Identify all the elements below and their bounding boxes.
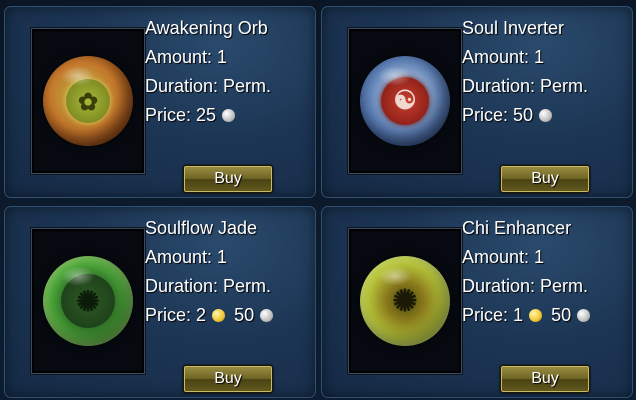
price-silver: 25 [196, 105, 217, 125]
shop-item-awakening-orb: ✿ Awakening Orb Amount: 1 Duration: Perm… [4, 6, 316, 198]
silver-coin-icon [539, 109, 553, 122]
item-amount: Amount: 1 [145, 247, 228, 267]
price-silver: 50 [234, 305, 255, 325]
item-amount: Amount: 1 [462, 47, 545, 67]
silver-coin-icon [222, 109, 236, 122]
item-duration: Duration: Perm. [145, 76, 272, 96]
price-label: Price: [462, 105, 509, 125]
item-info: Chi Enhancer Amount: 1 Duration: Perm. P… [462, 214, 594, 330]
price-label: Price: [145, 105, 192, 125]
price-silver: 50 [551, 305, 572, 325]
price-label: Price: [462, 305, 509, 325]
item-name: Chi Enhancer [462, 218, 572, 238]
item-amount: Amount: 1 [145, 47, 228, 67]
soulflow-jade-icon: ✺ [43, 256, 133, 346]
silver-coin-icon [577, 309, 591, 322]
price-gold: 1 [513, 305, 524, 325]
soul-inverter-icon: ☯ [360, 56, 450, 146]
item-name: Soulflow Jade [145, 218, 258, 238]
item-price: Price: 25 [145, 101, 271, 130]
price-gold: 2 [196, 305, 207, 325]
item-icon-frame: ✺ [31, 228, 145, 374]
awakening-orb-icon: ✿ [43, 56, 133, 146]
item-duration: Duration: Perm. [145, 276, 272, 296]
item-amount: Amount: 1 [462, 247, 545, 267]
gold-coin-icon [212, 309, 226, 322]
chi-enhancer-icon: ✺ [360, 256, 450, 346]
item-name: Awakening Orb [145, 18, 268, 38]
silver-coin-icon [260, 309, 274, 322]
buy-button[interactable]: Buy [183, 165, 273, 193]
shop-item-chi-enhancer: ✺ Chi Enhancer Amount: 1 Duration: Perm.… [321, 206, 633, 398]
gold-coin-icon [529, 309, 543, 322]
item-icon-frame: ☯ [348, 28, 462, 174]
buy-button[interactable]: Buy [500, 165, 590, 193]
item-info: Awakening Orb Amount: 1 Duration: Perm. … [145, 14, 271, 130]
buy-button[interactable]: Buy [183, 365, 273, 393]
item-name: Soul Inverter [462, 18, 565, 38]
item-price: Price: 50 [462, 101, 588, 130]
shop-grid: ✿ Awakening Orb Amount: 1 Duration: Perm… [0, 0, 636, 400]
shop-item-soulflow-jade: ✺ Soulflow Jade Amount: 1 Duration: Perm… [4, 206, 316, 398]
item-info: Soul Inverter Amount: 1 Duration: Perm. … [462, 14, 588, 130]
shop-item-soul-inverter: ☯ Soul Inverter Amount: 1 Duration: Perm… [321, 6, 633, 198]
item-duration: Duration: Perm. [462, 76, 589, 96]
item-duration: Duration: Perm. [462, 276, 589, 296]
buy-button[interactable]: Buy [500, 365, 590, 393]
price-silver: 50 [513, 105, 534, 125]
item-price: Price: 1 50 [462, 301, 594, 330]
item-icon-frame: ✺ [348, 228, 462, 374]
item-price: Price: 2 50 [145, 301, 277, 330]
item-icon-frame: ✿ [31, 28, 145, 174]
price-label: Price: [145, 305, 192, 325]
item-info: Soulflow Jade Amount: 1 Duration: Perm. … [145, 214, 277, 330]
